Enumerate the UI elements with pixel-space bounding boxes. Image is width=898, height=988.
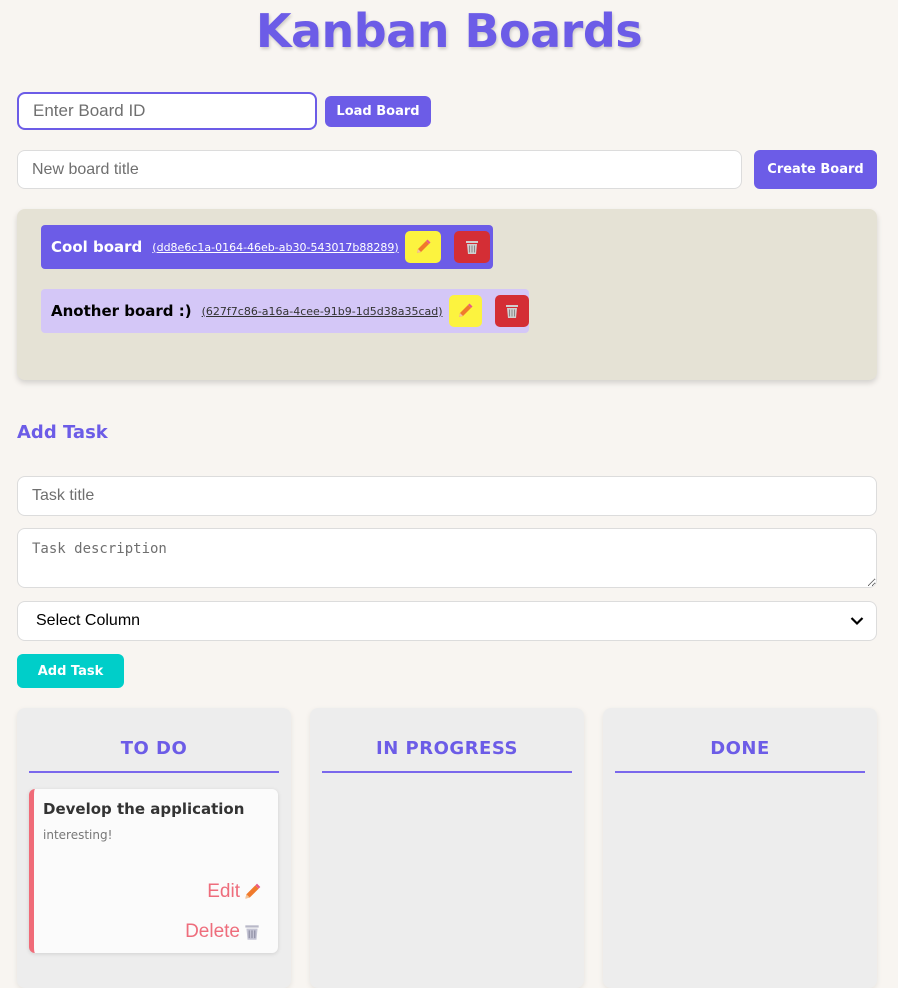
edit-board-button[interactable] xyxy=(404,231,441,263)
edit-task-button[interactable]: Edit xyxy=(207,881,262,903)
delete-task-button[interactable]: Delete xyxy=(185,921,262,943)
column-title: TO DO xyxy=(29,738,279,773)
column-done: DONE xyxy=(603,708,877,988)
add-task-button[interactable]: Add Task xyxy=(17,654,124,688)
task-title-input[interactable] xyxy=(17,476,877,516)
column-select-value: Select Column xyxy=(36,612,141,629)
pencil-icon xyxy=(245,883,261,899)
board-name: Cool board xyxy=(51,238,143,256)
task-title: Develop the application xyxy=(43,800,245,818)
edit-task-label: Edit xyxy=(207,881,240,902)
chevron-down-icon xyxy=(850,617,864,626)
trash-icon xyxy=(245,925,259,940)
column-title: DONE xyxy=(615,738,865,773)
trash-icon xyxy=(506,305,519,318)
add-task-heading: Add Task xyxy=(17,422,108,443)
task-description-input[interactable] xyxy=(17,528,877,588)
new-board-title-input[interactable] xyxy=(17,150,742,189)
delete-board-button[interactable] xyxy=(495,295,529,327)
board-item-another-board[interactable]: Another board :) (627f7c86-a16a-4cee-91b… xyxy=(41,289,529,333)
boards-panel: Cool board (dd8e6c1a-0164-46eb-ab30-5430… xyxy=(17,209,877,380)
trash-icon xyxy=(465,241,478,254)
board-name: Another board :) xyxy=(51,302,192,320)
page-title: Kanban Boards xyxy=(255,4,643,58)
board-id-input[interactable] xyxy=(17,92,317,130)
load-board-button[interactable]: Load Board xyxy=(325,96,431,127)
column-in-progress: IN PROGRESS xyxy=(310,708,584,988)
task-description: interesting! xyxy=(43,828,113,842)
delete-board-button[interactable] xyxy=(453,231,490,263)
column-todo: TO DO Develop the application interestin… xyxy=(17,708,291,988)
column-select[interactable]: Select Column xyxy=(17,601,877,641)
pencil-icon xyxy=(459,303,473,317)
edit-board-button[interactable] xyxy=(448,295,483,327)
create-board-button[interactable]: Create Board xyxy=(754,150,877,189)
column-title: IN PROGRESS xyxy=(322,738,572,773)
pencil-icon xyxy=(416,239,431,253)
board-item-cool-board[interactable]: Cool board (dd8e6c1a-0164-46eb-ab30-5430… xyxy=(41,225,493,269)
board-id-link[interactable]: (dd8e6c1a-0164-46eb-ab30-543017b88289) xyxy=(152,241,398,254)
delete-task-label: Delete xyxy=(185,921,240,942)
task-card[interactable]: Develop the application interesting! Edi… xyxy=(29,789,278,953)
board-id-link[interactable]: (627f7c86-a16a-4cee-91b9-1d5d38a35cad) xyxy=(202,305,443,318)
